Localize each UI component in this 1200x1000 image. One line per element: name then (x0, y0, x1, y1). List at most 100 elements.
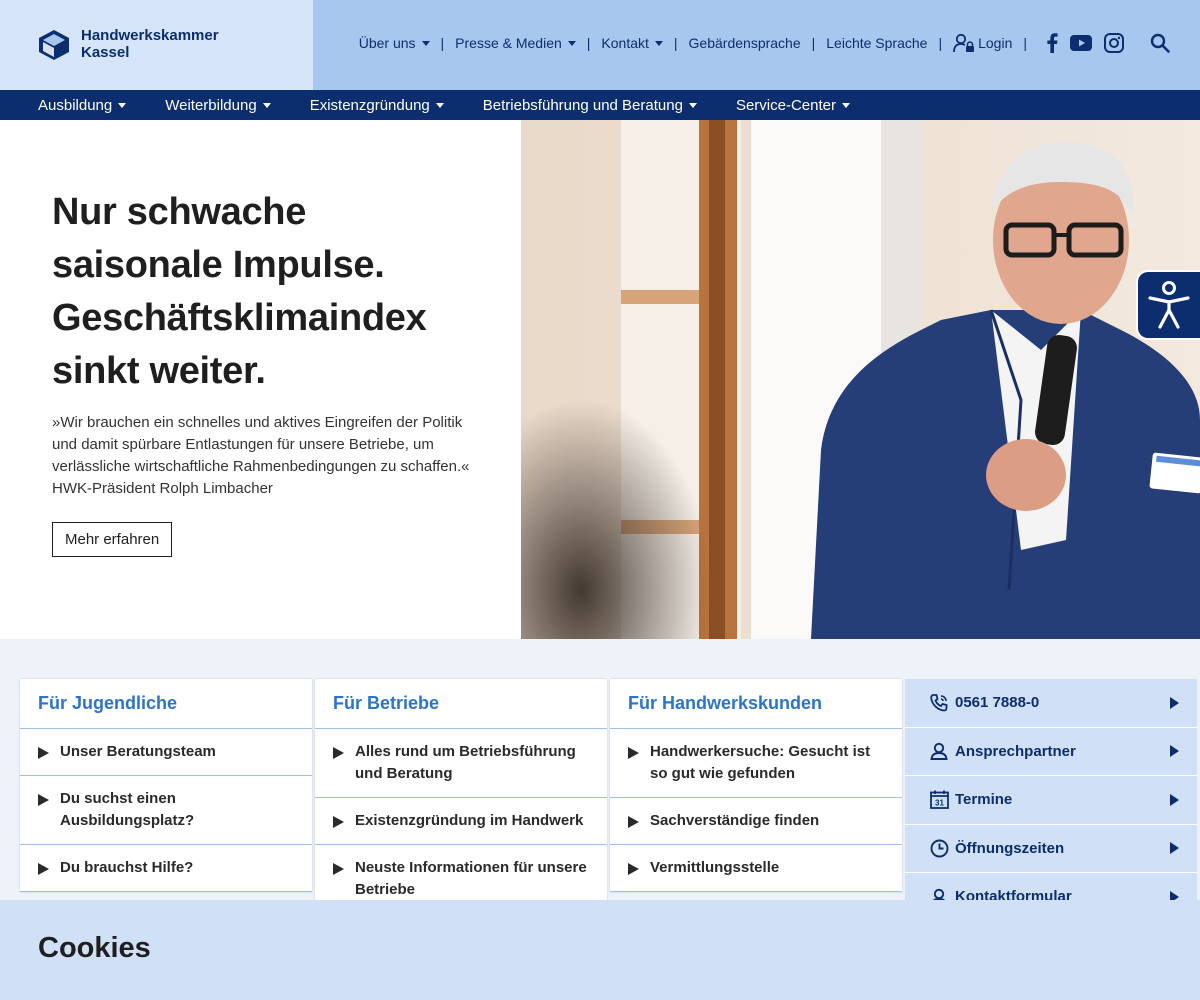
login-label: Login (978, 35, 1013, 51)
triangle-right-icon (333, 863, 344, 875)
mehr-erfahren-button[interactable]: Mehr erfahren (52, 522, 173, 557)
list-item[interactable]: Unser Beratungsteam (20, 729, 312, 776)
triangle-right-icon (333, 816, 344, 828)
triangle-right-icon (1170, 745, 1179, 758)
triangle-right-icon (1170, 793, 1179, 806)
main-nav-existenzgruendung[interactable]: Existenzgründung (310, 97, 444, 114)
meta-nav-label: Kontakt (601, 35, 649, 51)
meta-nav-leichte-sprache[interactable]: Leichte Sprache (826, 35, 927, 51)
caret-down-icon (841, 102, 850, 108)
main-nav-label: Ausbildung (38, 96, 113, 114)
main-nav-label: Existenzgründung (309, 96, 430, 114)
list-item-label: Sachverständige finden (650, 812, 820, 829)
meta-nav-ueber-uns[interactable]: Über uns (359, 35, 430, 51)
triangle-right-icon (628, 816, 639, 828)
meta-nav-kontakt[interactable]: Kontakt (601, 35, 663, 51)
meta-nav-presse[interactable]: Presse & Medien (455, 35, 576, 51)
caret-down-icon (688, 102, 697, 108)
youtube-icon[interactable] (1070, 35, 1092, 51)
service-label: Termine (955, 791, 1013, 809)
separator: | (586, 35, 591, 51)
col-title: Für Betriebe (315, 679, 607, 729)
main-nav-label: Weiterbildung (165, 96, 257, 114)
separator: | (811, 35, 816, 51)
list-item[interactable]: Existenzgründung im Handwerk (315, 798, 607, 845)
separator: | (673, 35, 678, 51)
logo-text: Handwerkskammer Kassel (81, 27, 219, 61)
service-oeffnungszeiten[interactable]: Öffnungszeiten (905, 825, 1197, 873)
hero-section: Nur schwache saisonale Impulse. Geschäft… (0, 120, 1200, 639)
service-phone[interactable]: 0561 7888-0 (905, 679, 1197, 728)
hero-title-line: Geschäftsklimaindex (52, 297, 427, 339)
list-item-label: Du brauchst Hilfe? (60, 859, 194, 876)
meta-nav-gebaerdensprache[interactable]: Gebärdensprache (689, 35, 801, 51)
main-nav: Ausbildung Weiterbildung Existenzgründun… (0, 90, 1200, 120)
logo-area[interactable]: Handwerkskammer Kassel (0, 0, 313, 90)
caret-down-icon (435, 102, 444, 108)
triangle-right-icon (333, 747, 344, 759)
list-item[interactable]: Sachverständige finden (610, 798, 902, 845)
main-nav-weiterbildung[interactable]: Weiterbildung (165, 96, 271, 114)
meta-nav-label: Presse & Medien (455, 35, 562, 51)
service-label: Öffnungszeiten (955, 839, 1065, 857)
user-lock-icon (953, 33, 975, 53)
col-jugendliche: Für Jugendliche Unser Beratungsteam Du s… (20, 679, 312, 892)
list-item[interactable]: Handwerkersuche: Gesucht ist so gut wie … (610, 729, 902, 798)
list-item[interactable]: Alles rund um Betriebsführung und Beratu… (315, 729, 607, 798)
caret-down-icon (567, 40, 576, 46)
caret-down-icon (118, 102, 127, 108)
top-header: Handwerkskammer Kassel Über uns | Presse… (0, 0, 1200, 90)
list-item[interactable]: Du brauchst Hilfe? (20, 845, 312, 892)
hero-text: Nur schwache saisonale Impulse. Geschäft… (52, 186, 482, 557)
hero-photo (521, 120, 1200, 639)
calendar-icon: 31 (929, 790, 949, 810)
instagram-icon[interactable] (1104, 33, 1124, 53)
phone-icon (929, 693, 949, 713)
hero-title-line: Nur schwache (52, 191, 307, 233)
triangle-right-icon (38, 863, 49, 875)
list-item-label: Existenzgründung im Handwerk (355, 812, 584, 829)
main-nav-service-center[interactable]: Service-Center (736, 97, 850, 114)
accessibility-icon (1148, 281, 1190, 329)
service-termine[interactable]: 31 Termine (905, 776, 1197, 825)
col-title: Für Jugendliche (20, 679, 312, 729)
separator: | (1023, 35, 1027, 51)
triangle-right-icon (628, 863, 639, 875)
caret-down-icon (654, 40, 663, 46)
logo-line-1: Handwerkskammer (81, 27, 219, 44)
triangle-right-icon (38, 747, 49, 759)
accessibility-button[interactable] (1136, 270, 1200, 340)
service-label: Ansprechpartner (955, 742, 1076, 760)
hero-title: Nur schwache saisonale Impulse. Geschäft… (52, 186, 482, 398)
logo-line-2: Kassel (81, 44, 130, 61)
hero-title-line: saisonale Impulse. (52, 244, 385, 286)
list-item[interactable]: Vermittlungsstelle (610, 845, 902, 892)
calendar-day: 31 (935, 799, 944, 808)
person-icon (929, 741, 949, 761)
list-item[interactable]: Du suchst einen Ausbildungsplatz? (20, 776, 312, 845)
caret-down-icon (262, 102, 271, 108)
triangle-right-icon (628, 747, 639, 759)
list-item-label: Alles rund um Betriebsführung und Beratu… (355, 743, 576, 782)
speaker-photo (521, 120, 1200, 639)
main-nav-betriebsfuehrung[interactable]: Betriebsführung und Beratung (483, 97, 697, 114)
main-nav-label: Betriebsführung und Beratung (482, 96, 683, 114)
col-betriebe: Für Betriebe Alles rund um Betriebsführu… (315, 679, 607, 914)
facebook-icon[interactable] (1046, 33, 1058, 53)
main-nav-ausbildung[interactable]: Ausbildung (38, 96, 127, 114)
cookie-title: Cookies (38, 932, 151, 964)
separator: | (440, 35, 445, 51)
service-ansprechpartner[interactable]: Ansprechpartner (905, 728, 1197, 776)
separator: | (938, 35, 943, 51)
search-icon[interactable] (1150, 33, 1170, 53)
service-box: 0561 7888-0 Ansprechpartner 31 Termine Ö… (905, 679, 1197, 922)
list-item-label: Du suchst einen Ausbildungsplatz? (60, 790, 195, 829)
social-links (1046, 33, 1170, 53)
list-item-label: Vermittlungsstelle (650, 859, 780, 876)
list-item-label: Handwerkersuche: Gesucht ist so gut wie … (650, 743, 871, 782)
triangle-right-icon (1170, 842, 1179, 855)
list-item-label: Neuste Informationen für unsere Betriebe (355, 859, 587, 898)
login-link[interactable]: Login (953, 33, 1012, 53)
main-nav-label: Service-Center (735, 96, 836, 114)
clock-icon (929, 838, 949, 858)
